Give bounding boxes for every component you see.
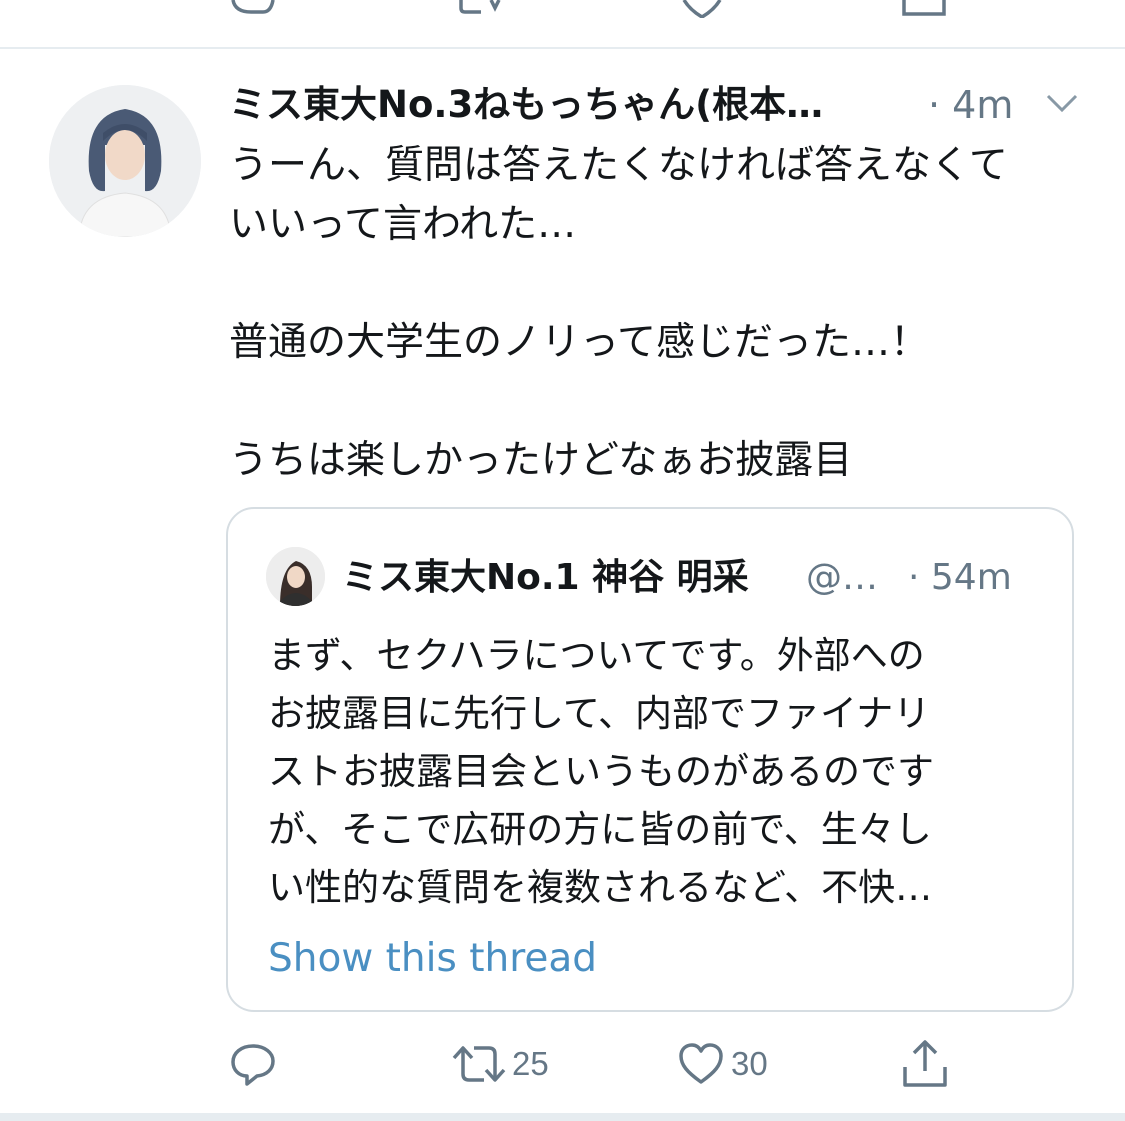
quoted-tweet-card[interactable]: ミス東大No.1 神谷 明采 @… · 54m まず、セクハラについてです。外部… bbox=[226, 507, 1074, 1012]
quoted-tweet-text: まず、セクハラについてです。外部への お披露目に先行して、内部でファイナリ スト… bbox=[268, 627, 1048, 917]
heart-icon bbox=[679, 1043, 723, 1084]
quoted-line: い性的な質問を複数されるなど、不快… bbox=[268, 866, 933, 909]
share-icon[interactable] bbox=[900, 0, 948, 18]
tweet-line: うーん、質問は答えたくなければ答えなくて bbox=[229, 143, 1008, 188]
quoted-avatar bbox=[266, 547, 325, 606]
quoted-timestamp: · 54m bbox=[908, 557, 1012, 598]
quoted-line: お披露目に先行して、内部でファイナリ bbox=[268, 692, 931, 735]
reply-icon bbox=[231, 1044, 275, 1086]
previous-tweet-actions bbox=[0, 0, 1125, 48]
quoted-line: が、そこで広研の方に皆の前で、生々し bbox=[268, 808, 932, 851]
quoted-display-name: ミス東大No.1 神谷 明采 bbox=[342, 557, 749, 598]
display-name[interactable]: ミス東大No.3ねもっちゃん(根本… bbox=[229, 80, 909, 130]
tweet-actions: 25 30 bbox=[0, 1032, 1125, 1096]
show-thread-link[interactable]: Show this thread bbox=[268, 933, 597, 985]
tweet-text: うーん、質問は答えたくなければ答えなくて いいって言われた… 普通の大学生のノリ… bbox=[229, 136, 1109, 490]
tweet-line: うちは楽しかったけどなぁお披露目 bbox=[229, 438, 853, 483]
heart-icon[interactable] bbox=[680, 0, 724, 18]
quoted-line: ストお披露目会というものがあるのです bbox=[268, 750, 934, 793]
retweet-icon bbox=[452, 1046, 506, 1082]
quoted-handle: @… bbox=[806, 557, 878, 598]
retweet-count: 25 bbox=[512, 1045, 549, 1082]
chevron-down-icon[interactable] bbox=[1042, 92, 1082, 116]
tweet-line bbox=[229, 372, 1109, 431]
retweet-icon[interactable] bbox=[455, 0, 507, 16]
tweet-line: いいって言われた… bbox=[229, 202, 577, 247]
quoted-line: まず、セクハラについてです。外部への bbox=[268, 634, 925, 677]
timestamp[interactable]: · 4m bbox=[928, 80, 1013, 130]
avatar[interactable] bbox=[49, 85, 201, 237]
retweet-button[interactable]: 25 bbox=[452, 1032, 549, 1096]
tweet-line: 普通の大学生のノリって感じだった…！ bbox=[229, 320, 930, 365]
like-button[interactable]: 30 bbox=[677, 1032, 768, 1096]
reply-button[interactable] bbox=[229, 1032, 277, 1096]
share-icon bbox=[903, 1040, 947, 1087]
like-count: 30 bbox=[731, 1045, 768, 1082]
tweet-line bbox=[229, 254, 1109, 313]
divider bbox=[0, 1113, 1125, 1121]
divider bbox=[0, 47, 1125, 49]
reply-icon[interactable] bbox=[229, 0, 275, 16]
share-button[interactable] bbox=[900, 1032, 950, 1096]
